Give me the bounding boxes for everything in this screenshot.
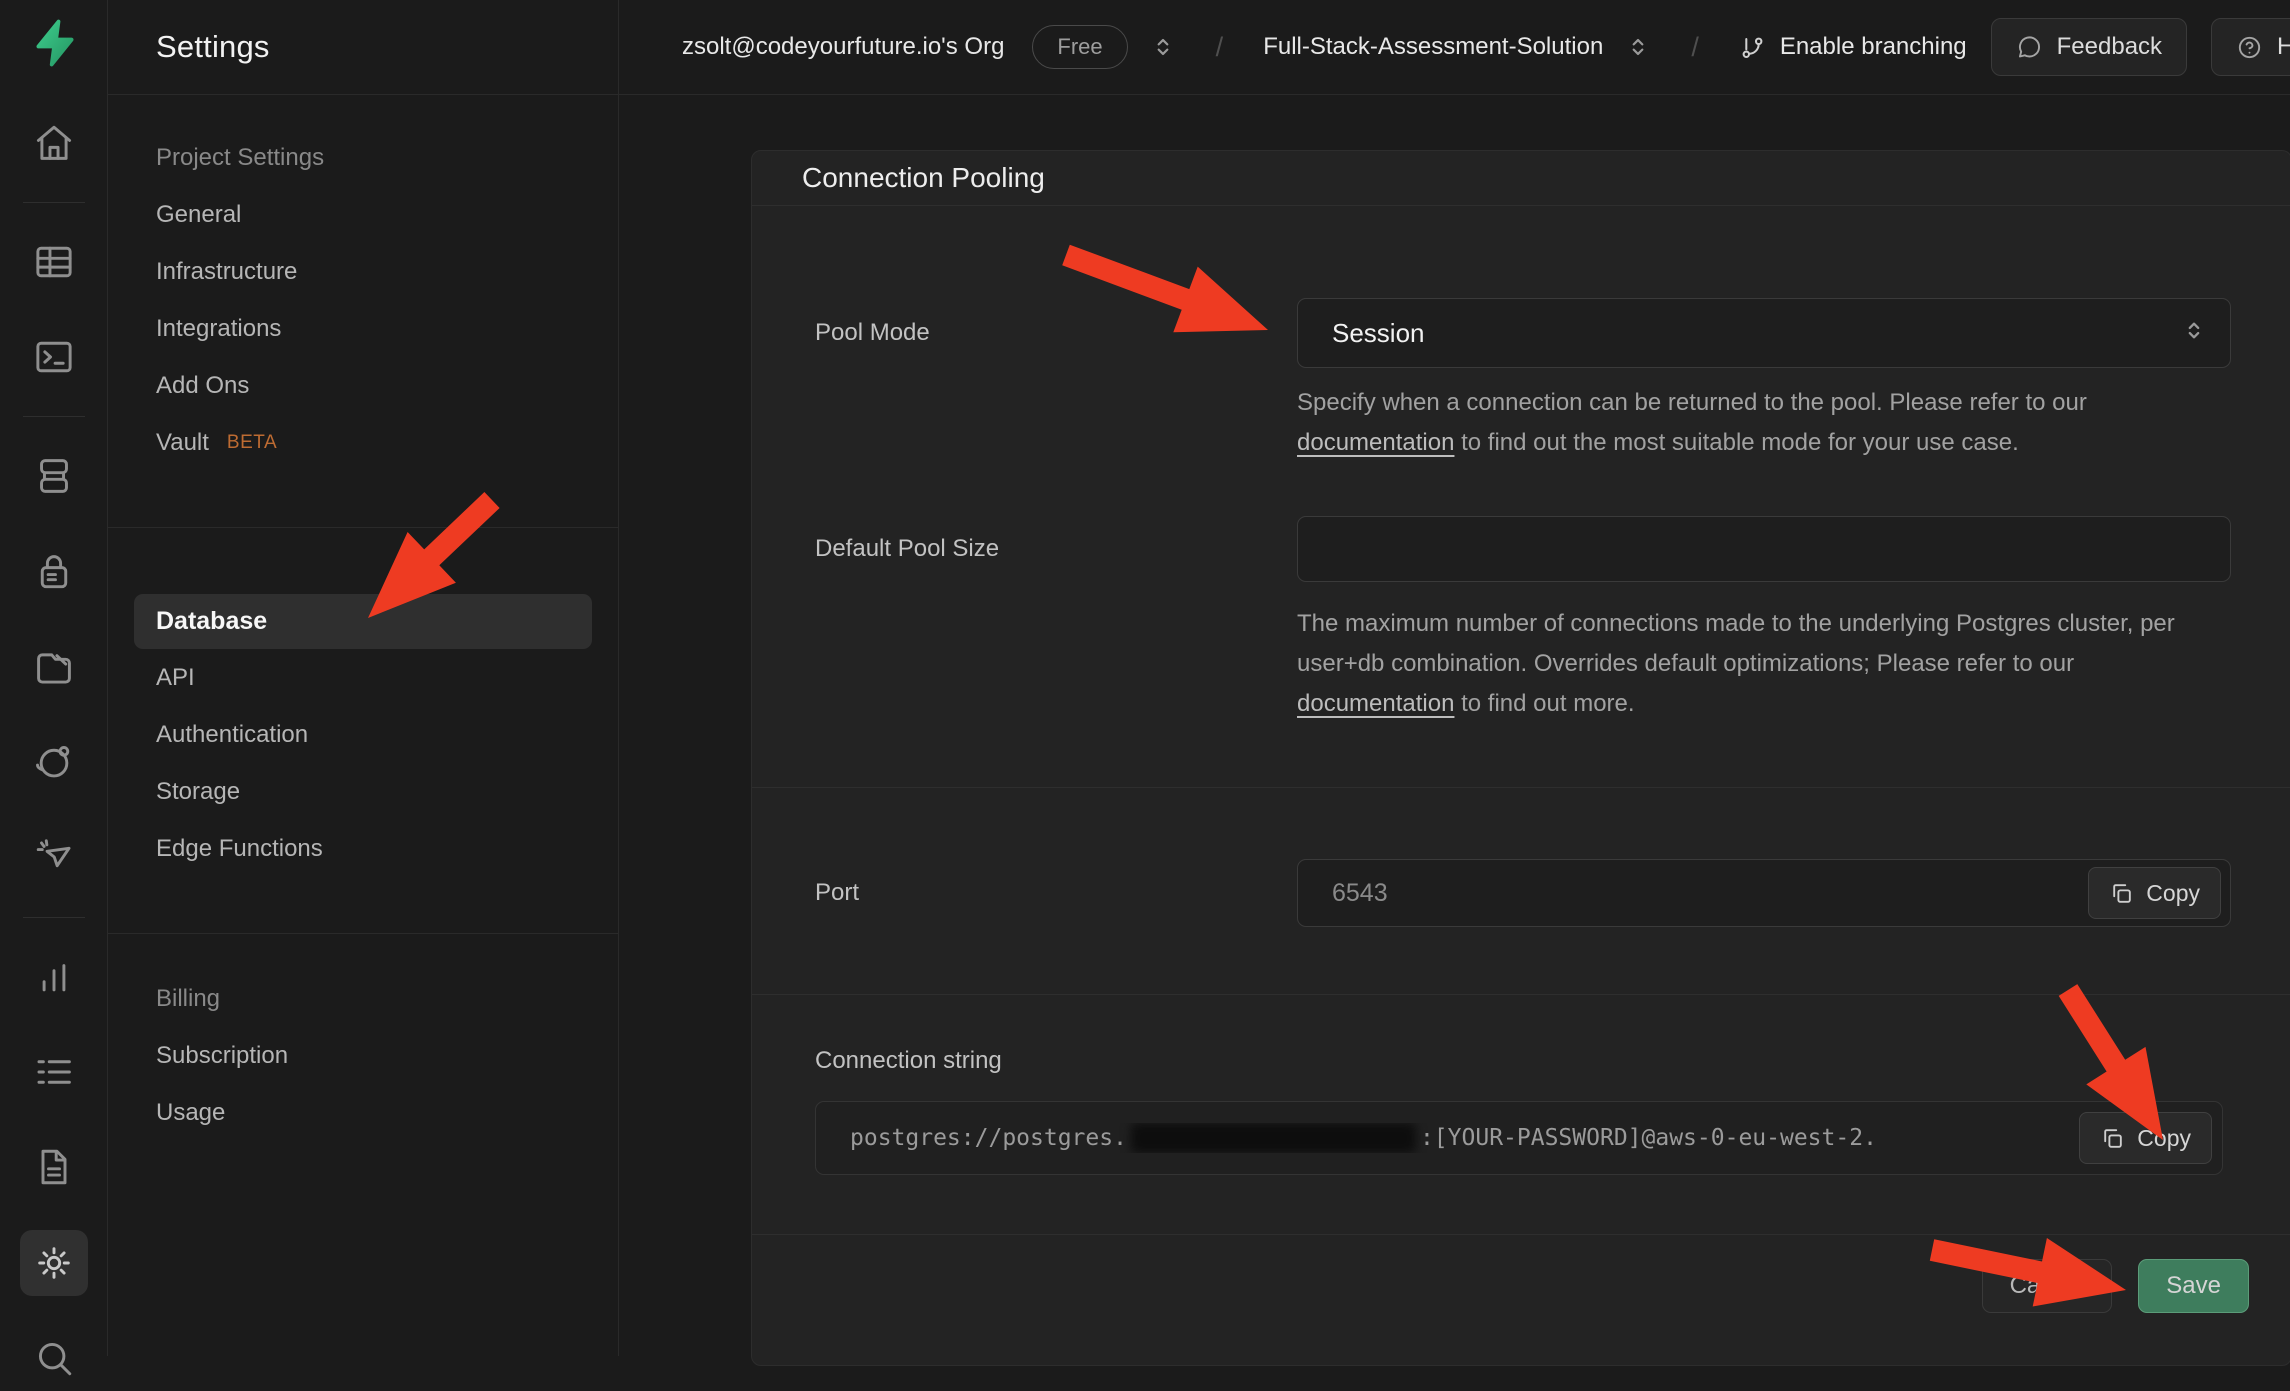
breadcrumb-separator: / <box>1216 32 1224 63</box>
panel-footer: Cancel Save <box>752 1234 2290 1344</box>
port-input[interactable]: 6543 Copy <box>1297 859 2231 927</box>
logs-icon[interactable] <box>20 1039 88 1105</box>
git-branch-icon <box>1739 34 1766 61</box>
default-pool-size-label: Default Pool Size <box>752 535 1297 563</box>
port-section: Port 6543 Copy <box>752 788 2290 994</box>
sidebar-item-api[interactable]: API <box>108 649 618 706</box>
settings-icon[interactable] <box>20 1230 88 1296</box>
cancel-button[interactable]: Cancel <box>1982 1259 2113 1313</box>
documentation-link[interactable]: documentation <box>1297 690 1454 717</box>
redacted-project-ref <box>1131 1123 1416 1153</box>
org-switcher-button[interactable] <box>1150 34 1176 60</box>
panel-title: Connection Pooling <box>802 162 1045 194</box>
sidebar-item-usage[interactable]: Usage <box>108 1084 618 1141</box>
help-button[interactable]: Help <box>2211 18 2290 76</box>
enable-branching-button[interactable]: Enable branching <box>1739 33 1967 61</box>
sidebar-item-vault[interactable]: Vault BETA <box>108 414 618 471</box>
sidebar-item-database[interactable]: Database <box>134 594 592 649</box>
breadcrumb-separator: / <box>1691 32 1699 63</box>
copy-icon <box>2100 1126 2125 1151</box>
pool-mode-description: Specify when a connection can be returne… <box>1297 383 2231 463</box>
home-icon[interactable] <box>20 110 88 176</box>
connection-string-section: Connection string postgres://postgres. :… <box>752 995 2290 1234</box>
pool-settings-section: Pool Mode Session Specify when a connect… <box>752 206 2290 787</box>
sidebar-item-storage[interactable]: Storage <box>108 763 618 820</box>
supabase-settings-page: { "brand": {"green": "#3ecf8e", "green_d… <box>0 0 2290 1356</box>
settings-sidebar-header: Settings <box>108 0 618 95</box>
database-icon[interactable] <box>20 443 88 509</box>
realtime-icon[interactable] <box>20 729 88 795</box>
pool-mode-label: Pool Mode <box>752 319 1297 347</box>
settings-sidebar: Settings Project Settings General Infras… <box>108 0 619 1356</box>
connection-string-copy-button[interactable]: Copy <box>2079 1112 2212 1164</box>
top-bar: zsolt@codeyourfuture.io's Org Free / Ful… <box>619 0 2290 95</box>
settings-nav-list: Project Settings General Infrastructure … <box>108 95 618 1141</box>
rail-divider <box>23 202 85 203</box>
default-pool-size-input[interactable] <box>1297 516 2231 582</box>
sidebar-item-add-ons[interactable]: Add Ons <box>108 357 618 414</box>
port-value: 6543 <box>1298 879 1388 908</box>
sidebar-item-subscription[interactable]: Subscription <box>108 1027 618 1084</box>
table-editor-icon[interactable] <box>20 229 88 295</box>
save-button[interactable]: Save <box>2138 1259 2249 1313</box>
org-breadcrumb[interactable]: zsolt@codeyourfuture.io's Org <box>682 33 1004 61</box>
help-circle-icon <box>2236 34 2263 61</box>
port-copy-button[interactable]: Copy <box>2088 867 2221 919</box>
icon-rail <box>0 0 108 1356</box>
port-label: Port <box>752 879 1297 907</box>
docs-icon[interactable] <box>20 1134 88 1200</box>
advisors-icon[interactable] <box>20 825 88 891</box>
connection-string-label: Connection string <box>752 1047 2290 1075</box>
sidebar-item-infrastructure[interactable]: Infrastructure <box>108 243 618 300</box>
storage-icon[interactable] <box>20 634 88 700</box>
copy-icon <box>2109 881 2134 906</box>
sidebar-item-authentication[interactable]: Authentication <box>108 706 618 763</box>
pool-mode-select[interactable]: Session <box>1297 298 2231 368</box>
panel-header: Connection Pooling <box>752 151 2290 206</box>
beta-badge: BETA <box>227 432 277 454</box>
authentication-icon[interactable] <box>20 539 88 605</box>
rail-divider <box>23 917 85 918</box>
page-title: Settings <box>156 29 270 65</box>
supabase-bolt-logo[interactable] <box>24 16 84 70</box>
connection-pooling-panel: Connection Pooling Pool Mode Session Spe… <box>751 150 2290 1366</box>
search-icon[interactable] <box>20 1325 88 1391</box>
plan-badge[interactable]: Free <box>1032 25 1127 69</box>
feedback-button[interactable]: Feedback <box>1991 18 2187 76</box>
sidebar-item-edge-functions[interactable]: Edge Functions <box>108 820 618 877</box>
rail-divider <box>23 416 85 417</box>
project-switcher-button[interactable] <box>1625 34 1651 60</box>
sidebar-item-general[interactable]: General <box>108 186 618 243</box>
nav-divider <box>108 933 618 934</box>
chevrons-up-down-icon <box>1150 34 1176 60</box>
documentation-link[interactable]: documentation <box>1297 429 1454 456</box>
project-breadcrumb[interactable]: Full-Stack-Assessment-Solution <box>1263 33 1603 61</box>
sql-editor-icon[interactable] <box>20 324 88 390</box>
nav-section-billing: Billing <box>108 970 618 1027</box>
nav-section-project-settings: Project Settings <box>108 129 618 186</box>
chevrons-up-down-icon <box>1625 34 1651 60</box>
default-pool-size-description: The maximum number of connections made t… <box>1297 604 2231 724</box>
nav-divider <box>108 527 618 528</box>
content-area: Connection Pooling Pool Mode Session Spe… <box>619 95 2290 1356</box>
sidebar-item-integrations[interactable]: Integrations <box>108 300 618 357</box>
message-bubble-icon <box>2016 34 2043 61</box>
reports-icon[interactable] <box>20 944 88 1010</box>
connection-string-box[interactable]: postgres://postgres. :[YOUR-PASSWORD]@aw… <box>815 1101 2223 1175</box>
connection-string-value: postgres://postgres. :[YOUR-PASSWORD]@aw… <box>816 1123 1877 1153</box>
pool-mode-value: Session <box>1298 318 1425 349</box>
main-area: zsolt@codeyourfuture.io's Org Free / Ful… <box>619 0 2290 1356</box>
select-chevrons-icon <box>2180 317 2208 350</box>
